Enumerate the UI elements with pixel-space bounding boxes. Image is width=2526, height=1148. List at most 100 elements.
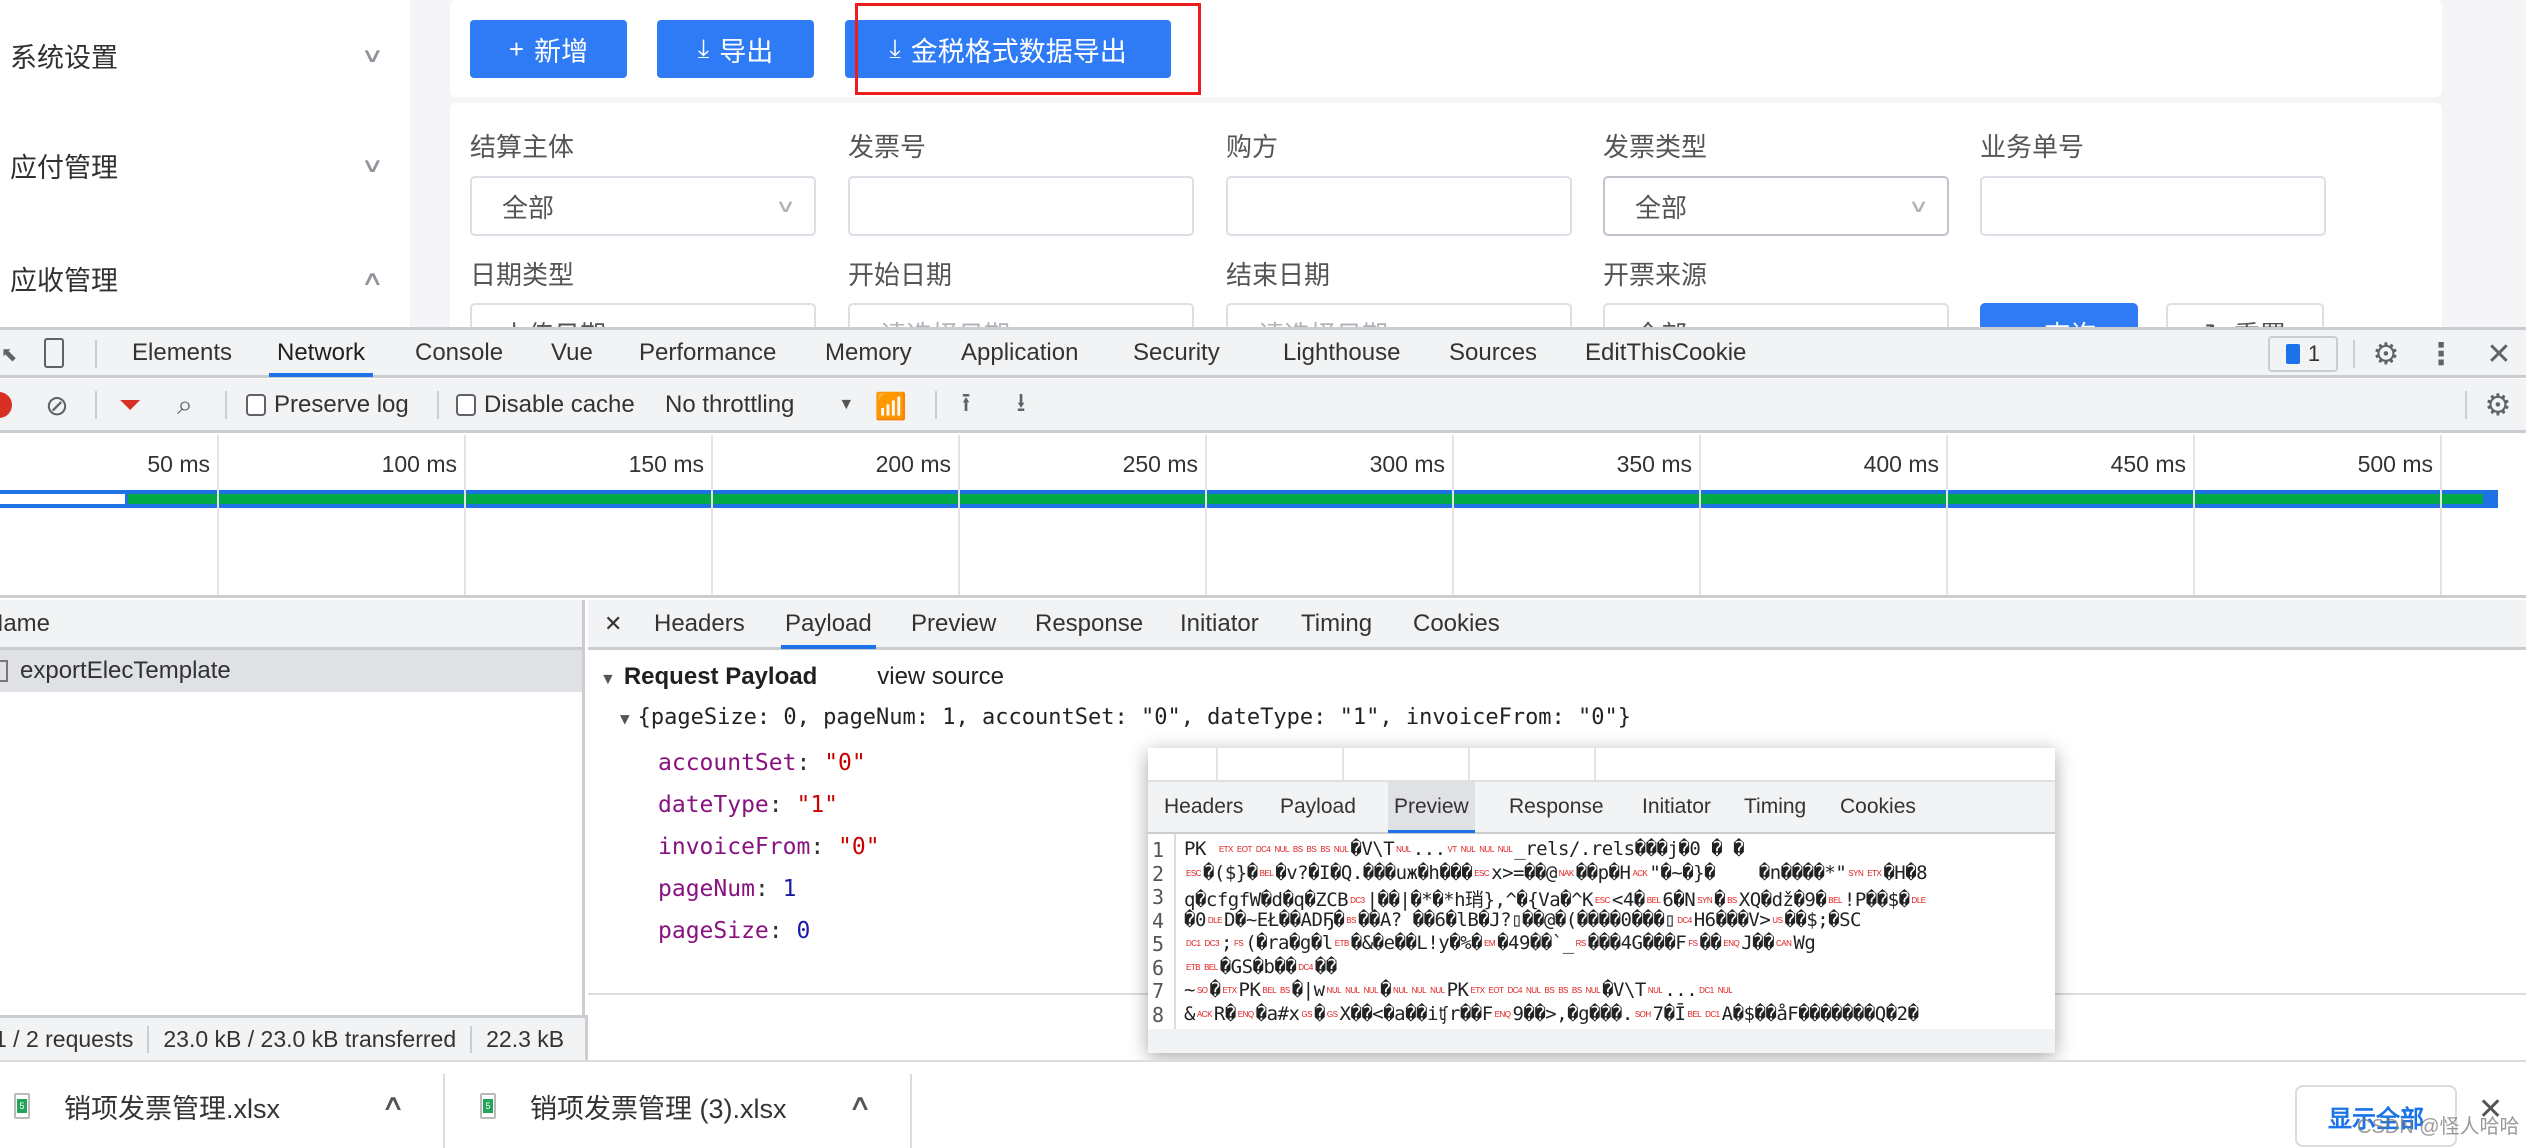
clear-icon[interactable]: ⊘ bbox=[42, 389, 72, 421]
record-icon[interactable] bbox=[0, 392, 12, 418]
add-button[interactable]: + 新增 bbox=[470, 20, 627, 78]
request-list-header[interactable]: Name bbox=[0, 600, 582, 650]
tab-timing[interactable]: Timing bbox=[1738, 782, 1812, 832]
timeline-grid-line bbox=[464, 435, 466, 595]
line-number: 6 bbox=[1152, 955, 1165, 980]
tab-payload[interactable]: Payload bbox=[1274, 782, 1362, 832]
network-overview-timeline[interactable]: 50 ms 100 ms 150 ms 200 ms 250 ms 300 ms 350 m… bbox=[0, 435, 2526, 598]
export-button[interactable]: ⤓ 导出 bbox=[657, 20, 814, 78]
control-char-token: RS bbox=[1575, 939, 1587, 948]
request-payload-toggle[interactable]: ▼ Request Payload bbox=[600, 663, 817, 691]
sidebar-item-payables[interactable]: 应付管理 ∨ bbox=[0, 135, 410, 195]
tab-memory[interactable]: Memory bbox=[825, 330, 912, 376]
tab-payload[interactable]: Payload bbox=[781, 600, 876, 649]
tab-lighthouse[interactable]: Lighthouse bbox=[1283, 330, 1400, 376]
control-char-token: NUL bbox=[1363, 986, 1379, 995]
control-char-token: ETX bbox=[1470, 986, 1485, 995]
binary-preview-code[interactable]: 1 PK ETX EOT DC4 NUL BS BS BS NUL �V\T NUL... VT NUL… bbox=[1148, 834, 2055, 1029]
tab-headers[interactable]: Headers bbox=[654, 600, 745, 648]
tab-vue[interactable]: Vue bbox=[551, 330, 593, 376]
sidebar-item-receivables[interactable]: 应收管理 ∧ bbox=[0, 248, 410, 308]
tab-timing[interactable]: Timing bbox=[1301, 600, 1372, 648]
network-conditions-icon[interactable]: 📶 bbox=[873, 389, 909, 423]
chevron-up-icon[interactable]: ∧ bbox=[381, 1090, 405, 1116]
more-options-icon[interactable]: ⋮ bbox=[2426, 334, 2456, 374]
preserve-log-label: Preserve log bbox=[274, 391, 409, 418]
device-toolbar-icon[interactable] bbox=[44, 338, 64, 368]
code-text: H6���V> bbox=[1693, 908, 1771, 931]
tab-preview[interactable]: Preview bbox=[911, 600, 996, 648]
tab-sources[interactable]: Sources bbox=[1449, 330, 1537, 376]
tab-cookies[interactable]: Cookies bbox=[1834, 782, 1922, 832]
download-item[interactable]: 销项发票管理.xlsx bbox=[14, 1062, 434, 1148]
download-filename: 销项发票管理.xlsx bbox=[64, 1093, 280, 1124]
tab-console[interactable]: Console bbox=[415, 330, 503, 376]
field-key: pageNum bbox=[658, 876, 755, 902]
tab-headers[interactable]: Headers bbox=[1158, 782, 1249, 832]
code-text: PK bbox=[1238, 979, 1261, 1001]
tab-editthiscookie[interactable]: EditThisCookie bbox=[1585, 330, 1746, 376]
filter-label-settlement-entity: 结算主体 bbox=[470, 132, 575, 162]
export-har-icon[interactable]: ⭳ bbox=[1007, 387, 1035, 423]
view-source-link[interactable]: view source bbox=[877, 663, 1004, 691]
control-char-token: ACK bbox=[1196, 1009, 1212, 1019]
query-button[interactable]: ⌕ 查询 bbox=[1980, 303, 2138, 327]
control-char-token: BS bbox=[1558, 986, 1568, 995]
timeline-tick-label: 300 ms bbox=[1369, 451, 1445, 477]
issues-badge[interactable]: 1 bbox=[2268, 336, 2338, 372]
timeline-grid-line bbox=[2193, 435, 2195, 595]
tab-initiator[interactable]: Initiator bbox=[1636, 782, 1717, 832]
code-line: ESC �($}� BEL �v?�I�Q.���uж�h��� ESC x>=��@ NA… bbox=[1184, 862, 1928, 884]
tab-elements[interactable]: Elements bbox=[132, 330, 232, 376]
code-text: �V\T bbox=[1350, 838, 1395, 860]
payload-object-summary[interactable]: ▼ {pageSize: 0, pageNum: 1, accountSet: "… bbox=[620, 705, 1631, 730]
date-type-select[interactable]: 上传日期 bbox=[470, 303, 816, 327]
tab-network[interactable]: Network bbox=[268, 330, 374, 377]
code-line: PK ETX EOT DC4 NUL BS BS BS NUL �V\T NUL... VT NUL N… bbox=[1184, 838, 1745, 860]
filter-icon[interactable]: ⏷ bbox=[115, 389, 145, 421]
settings-gear-icon[interactable]: ⚙ bbox=[2368, 334, 2404, 374]
close-devtools-icon[interactable]: ✕ bbox=[2484, 334, 2514, 374]
detail-tab-bar: ✕ Headers Payload Preview Response Initi… bbox=[588, 600, 2526, 650]
close-detail-icon[interactable]: ✕ bbox=[604, 600, 622, 648]
chevron-down-icon: ∨ bbox=[774, 195, 796, 216]
invoice-type-select[interactable]: 全部 ∨ bbox=[1603, 176, 1949, 236]
settlement-entity-select[interactable]: 全部 ∨ bbox=[470, 176, 816, 236]
buyer-input[interactable] bbox=[1226, 176, 1572, 236]
preserve-log-checkbox[interactable]: Preserve log bbox=[246, 379, 409, 431]
chevron-up-icon[interactable]: ∧ bbox=[848, 1090, 872, 1116]
tab-performance[interactable]: Performance bbox=[639, 330, 776, 376]
tab-initiator[interactable]: Initiator bbox=[1180, 600, 1259, 648]
invoice-number-input[interactable] bbox=[848, 176, 1194, 236]
download-item[interactable]: 销项发票管理 (3).xlsx bbox=[480, 1062, 900, 1148]
tab-security[interactable]: Security bbox=[1133, 330, 1220, 376]
select-value: 全部 bbox=[1635, 192, 1688, 223]
tab-preview[interactable]: Preview bbox=[1388, 782, 1475, 833]
import-har-icon[interactable]: ⭱ bbox=[952, 387, 980, 423]
code-line: ETB BEL �GS�b�� DC4 �� bbox=[1184, 956, 1337, 978]
timeline-grid-line bbox=[1205, 435, 1207, 595]
reset-button[interactable]: ↻ 重置 bbox=[2166, 303, 2324, 327]
control-char-token: SO bbox=[1196, 986, 1208, 995]
control-char-token: BS bbox=[1280, 986, 1290, 995]
network-settings-gear-icon[interactable]: ⚙ bbox=[2478, 387, 2518, 423]
end-date-picker[interactable]: 请选择日期 bbox=[1226, 303, 1572, 327]
tab-application[interactable]: Application bbox=[961, 330, 1078, 376]
request-row[interactable]: exportElecTemplate bbox=[0, 650, 582, 692]
search-icon[interactable]: ⌕ bbox=[170, 389, 200, 421]
sidebar-item-system-settings[interactable]: 系统设置 ∨ bbox=[0, 25, 410, 85]
code-text: � bbox=[1380, 979, 1392, 1001]
invoice-source-select[interactable]: 全部 bbox=[1603, 303, 1949, 327]
tab-cookies[interactable]: Cookies bbox=[1413, 600, 1500, 648]
tab-response[interactable]: Response bbox=[1503, 782, 1610, 832]
control-char-token: DC3 bbox=[1350, 896, 1365, 905]
tab-response[interactable]: Response bbox=[1035, 600, 1143, 648]
checkbox[interactable] bbox=[456, 394, 476, 416]
business-number-input[interactable] bbox=[1980, 176, 2326, 236]
inspect-element-icon[interactable]: ⬉ bbox=[0, 342, 18, 366]
checkbox[interactable] bbox=[246, 394, 266, 416]
start-date-picker[interactable]: 请选择日期 bbox=[848, 303, 1194, 327]
throttling-select[interactable]: No throttling ▼ bbox=[665, 379, 854, 431]
code-line: �0 DLE D�~EŁ��ADҔ� BS ��A? ��6�lB�J?▯��@�(��… bbox=[1184, 909, 1861, 931]
disable-cache-checkbox[interactable]: Disable cache bbox=[456, 379, 635, 431]
